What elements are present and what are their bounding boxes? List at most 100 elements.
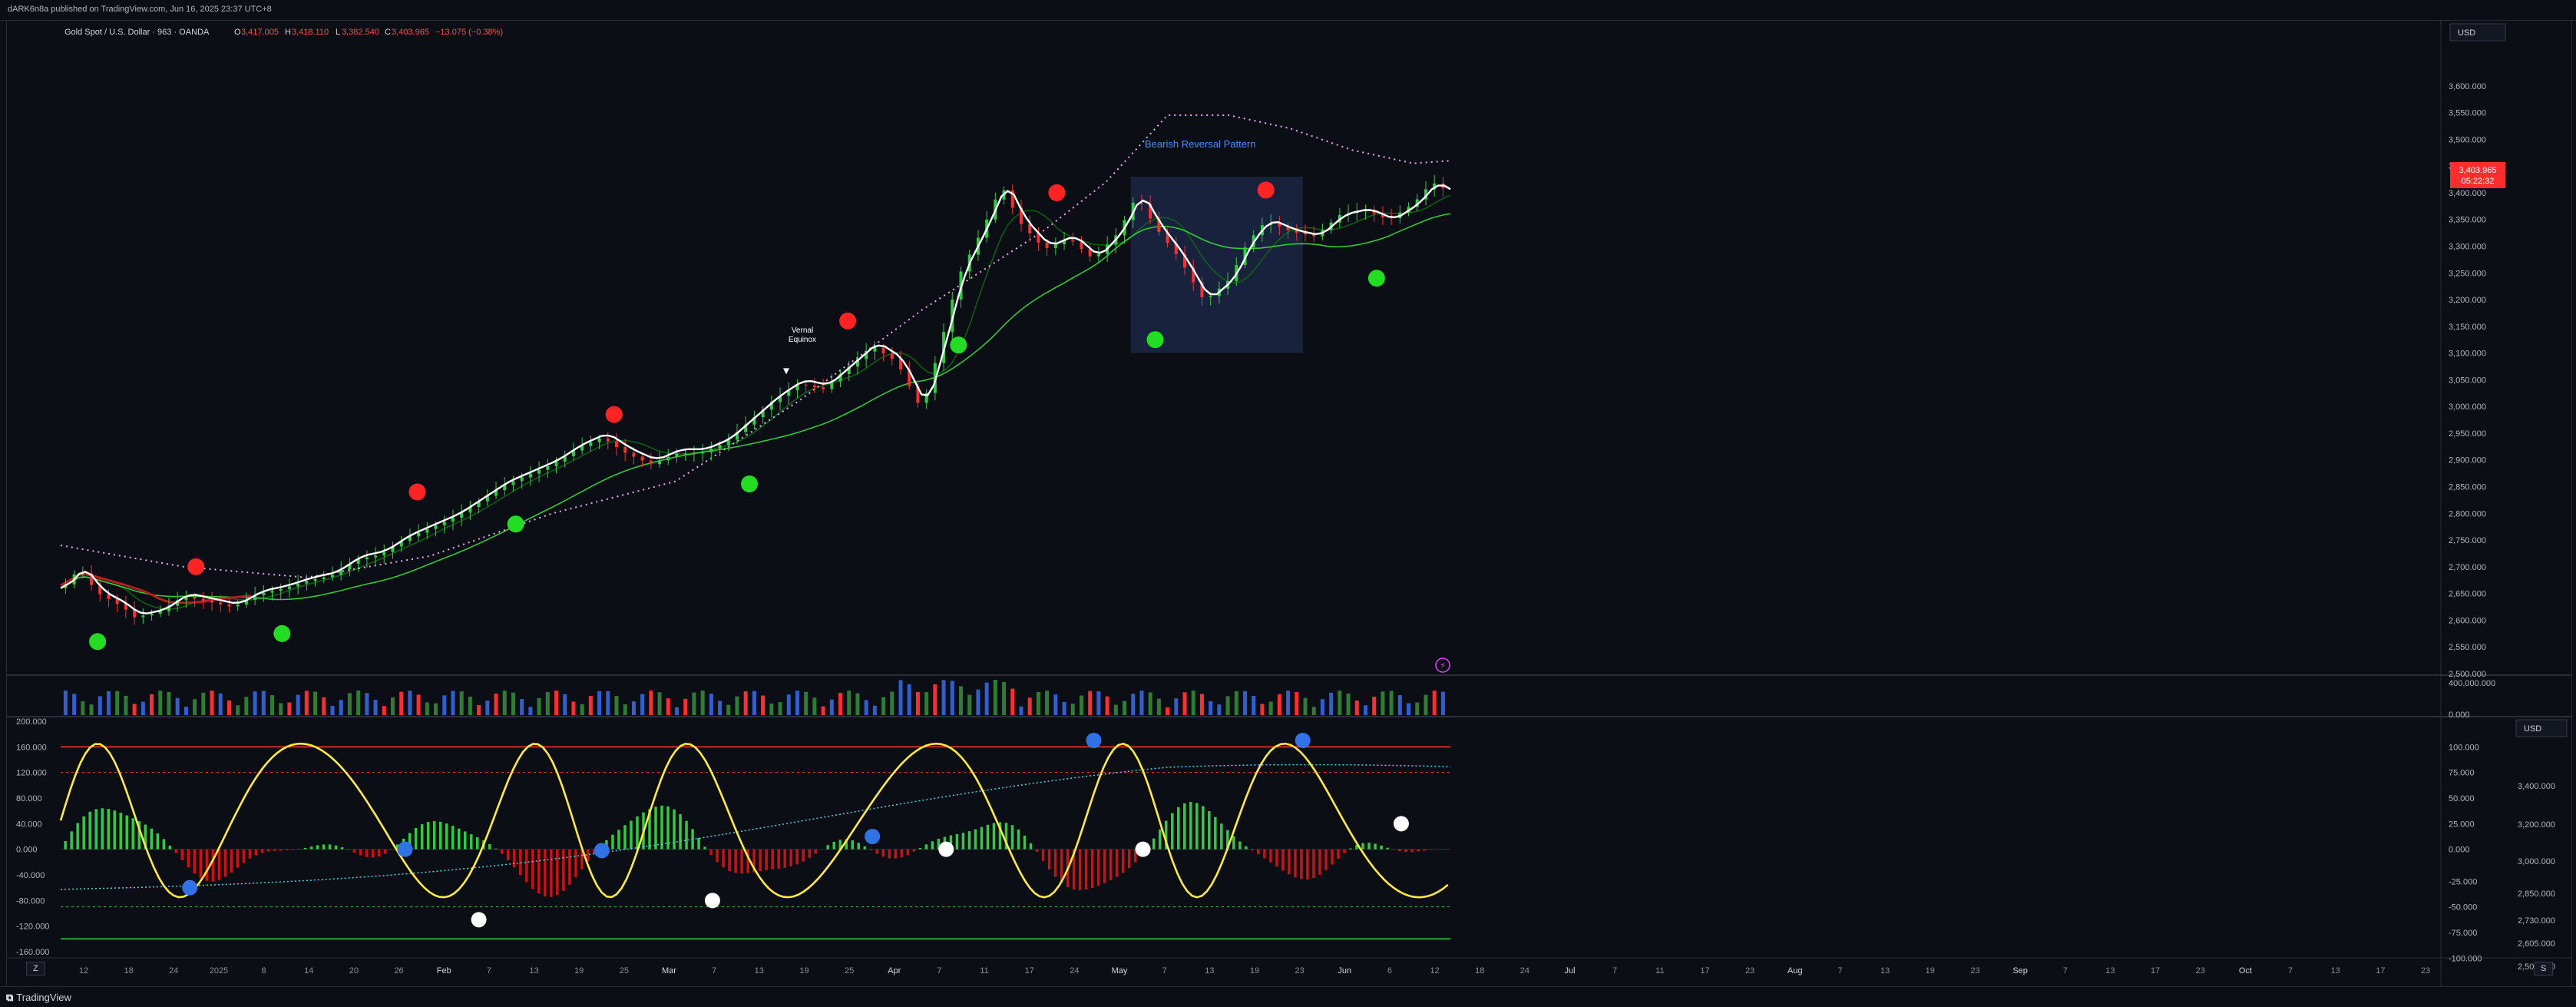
volume-bar <box>1019 707 1023 715</box>
osc-hist-bar <box>1331 850 1334 865</box>
volume-bar <box>348 693 352 715</box>
osc-tick-right: -25.000 <box>2449 877 2477 886</box>
osc-hist-bar <box>1128 850 1131 869</box>
sell-signal-dot <box>1258 181 1275 198</box>
volume-bar <box>468 697 472 715</box>
osc-tick-right-outer: 3,000.000 <box>2518 857 2555 866</box>
volume-bar <box>812 697 816 715</box>
publisher-bar: dARK6n8a published on TradingView.com, J… <box>0 0 2576 21</box>
time-tick: 13 <box>1205 966 1214 976</box>
osc-hist-bar <box>679 814 682 850</box>
volume-bar <box>1226 696 1230 715</box>
volume-bar <box>606 691 610 715</box>
candle-body <box>650 460 653 464</box>
volume-bar <box>1321 699 1324 715</box>
volume-bar <box>916 692 920 715</box>
osc-hist-bar <box>76 823 79 849</box>
osc-hist-bar <box>660 806 663 850</box>
osc-hist-bar <box>261 850 264 853</box>
legend-high: 3,418.110 <box>292 28 329 37</box>
osc-hist-bar <box>617 830 620 849</box>
volume-bar <box>279 703 283 715</box>
footer-bar: ⧉TradingView <box>0 986 2576 1007</box>
price-tick: 2,900.000 <box>2449 456 2486 465</box>
legend-ohlc: O 3,417.005 H 3,418.110 L 3,382.540 C 3,… <box>234 28 503 37</box>
candle-body <box>882 348 885 353</box>
osc-hist-bar <box>1220 823 1223 849</box>
osc-tick-right: 50.000 <box>2449 794 2475 803</box>
osc-hist-bar <box>1011 825 1014 849</box>
candle-body <box>279 589 283 591</box>
volume-bar <box>107 691 111 715</box>
osc-hist-bar <box>1367 843 1371 849</box>
volume-bar <box>761 695 765 715</box>
osc-hist-bar <box>956 834 959 850</box>
osc-hist-bar <box>513 850 516 868</box>
osc-tick-right-outer: 3,200.000 <box>2518 820 2555 830</box>
time-tick: 7 <box>1612 966 1617 976</box>
osc-hist-bar <box>636 817 639 850</box>
zoom-label: Z <box>33 964 38 973</box>
osc-tick-right: -100.000 <box>2449 954 2482 963</box>
tradingview-logo[interactable]: ⧉TradingView <box>6 992 71 1004</box>
osc-hist-bar <box>230 850 233 873</box>
osc-hist-bar <box>1116 850 1119 877</box>
candle-body <box>666 457 670 461</box>
osc-tick-left: -160.000 <box>16 948 49 957</box>
volume-bar <box>528 707 532 715</box>
osc-hist-bar <box>1195 803 1199 849</box>
osc-hist-bar <box>224 850 227 877</box>
osc-hist-bar <box>1152 839 1156 850</box>
buy-signal-dot <box>1368 270 1385 287</box>
osc-hist-bar <box>1343 850 1346 853</box>
volume-bar <box>305 691 309 715</box>
volume-bar <box>908 684 911 715</box>
time-tick: 17 <box>2376 966 2385 976</box>
chart-svg[interactable]: 3,600.0003,550.0003,500.0003,450.0003,40… <box>7 21 2571 987</box>
volume-bar <box>1149 692 1152 715</box>
osc-hist-bar <box>335 846 338 850</box>
osc-tick-right-outer: 2,850.000 <box>2518 889 2555 899</box>
volume-bar <box>752 691 756 715</box>
osc-hist-bar <box>439 822 442 850</box>
legend-open: 3,417.005 <box>241 28 279 37</box>
osc-hist-bar <box>322 844 326 849</box>
osc-hist-bar <box>974 830 977 850</box>
volume-bar <box>709 694 713 715</box>
candle-body <box>693 453 696 454</box>
time-tick: 7 <box>1162 966 1167 976</box>
volume-bar <box>313 692 317 715</box>
settings-button[interactable]: S <box>2534 962 2553 976</box>
publisher-text: dARK6n8a published on TradingView.com, J… <box>8 5 272 14</box>
osc-hist-bar <box>1380 846 1383 850</box>
osc-hist-bar <box>728 850 731 871</box>
osc-hist-bar <box>722 850 725 868</box>
volume-bar <box>1157 699 1161 715</box>
zoom-button[interactable]: Z <box>26 962 45 976</box>
volume-tick: 400,000.000 <box>2449 679 2495 688</box>
osc-hist-bar <box>574 850 577 878</box>
time-tick: 26 <box>394 966 403 976</box>
osc-tick-right: 0.000 <box>2449 846 2470 855</box>
chart-frame[interactable]: 3,600.0003,550.0003,500.0003,450.0003,40… <box>6 20 2572 988</box>
time-tick: 17 <box>1025 966 1034 976</box>
time-tick: Jul <box>1565 966 1576 976</box>
osc-hist-bar <box>1097 850 1100 886</box>
volume-bar <box>201 693 205 715</box>
osc-hist-bar <box>833 842 836 850</box>
osc-hist-bar <box>181 850 184 860</box>
osc-hist-bar <box>1374 843 1377 849</box>
volume-bar <box>899 680 903 715</box>
osc-hist-bar <box>1337 850 1340 859</box>
volume-bar <box>683 699 687 715</box>
price-tick: 2,950.000 <box>2449 429 2486 439</box>
time-tick: 7 <box>487 966 491 976</box>
price-tick: 3,400.000 <box>2449 189 2486 198</box>
osc-hist-bar <box>267 850 270 852</box>
time-tick: 6 <box>1387 966 1392 976</box>
osc-hist-bar <box>1245 846 1248 850</box>
volume-bar <box>1398 695 1402 715</box>
time-tick: 20 <box>349 966 359 976</box>
osc-hist-bar <box>901 850 904 858</box>
osc-hist-bar <box>827 845 830 849</box>
